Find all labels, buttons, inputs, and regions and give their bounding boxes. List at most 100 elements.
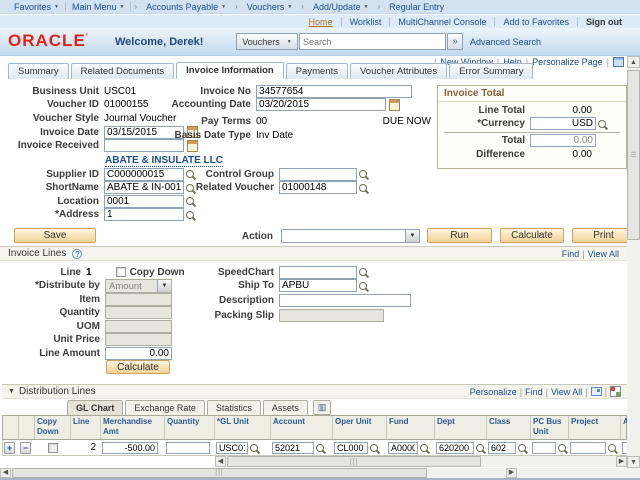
project-input[interactable] [570, 442, 606, 454]
new-window-icon[interactable] [613, 57, 624, 67]
multichannel-console-link[interactable]: MultiChannel Console [390, 17, 494, 27]
gl-unit-prompt-icon[interactable] [250, 444, 258, 452]
related-voucher-input[interactable] [279, 181, 357, 194]
accounting-date-input[interactable] [256, 98, 386, 111]
control-group-prompt-icon[interactable] [359, 170, 367, 178]
location-prompt-icon[interactable] [186, 197, 194, 205]
show-all-columns-icon[interactable]: ▥ [313, 400, 332, 415]
action-select[interactable]: ▼ [281, 229, 420, 243]
quantity-input [105, 306, 172, 319]
tab-error-summary[interactable]: Error Summary [449, 63, 533, 79]
speedchart-input[interactable] [279, 266, 357, 279]
fund-prompt-icon[interactable] [420, 444, 428, 452]
location-input[interactable] [104, 195, 184, 208]
invoice-lines-view-all-link[interactable]: View All [588, 249, 619, 259]
description-input[interactable] [279, 294, 411, 307]
page-h-scrollbar[interactable]: ◀ ||| ▶ [0, 468, 640, 478]
scroll-left-button[interactable]: ◀ [215, 456, 226, 467]
breadcrumb-favorites[interactable]: Favorites▼ [8, 2, 65, 12]
scroll-right-button[interactable]: ▶ [616, 456, 627, 467]
tab-invoice-information[interactable]: Invoice Information [176, 62, 284, 79]
grid-find-link[interactable]: Find [525, 387, 543, 397]
tab-voucher-attributes[interactable]: Voucher Attributes [350, 63, 447, 79]
dept-prompt-icon[interactable] [476, 444, 484, 452]
row-quantity-input[interactable] [166, 442, 210, 454]
add-row-button[interactable]: + [4, 442, 15, 454]
delete-row-button[interactable]: − [20, 442, 31, 454]
grid-h-scrollbar[interactable]: ◀ ||| ▶ [215, 456, 627, 467]
address-input[interactable] [104, 208, 184, 221]
grid-view-all-link[interactable]: View All [551, 387, 582, 397]
advanced-search-link[interactable]: Advanced Search [470, 37, 541, 47]
breadcrumb-accounts-payable[interactable]: Accounts Payable▼ [140, 2, 232, 12]
save-button[interactable]: Save [14, 228, 96, 243]
currency-prompt-icon[interactable] [598, 120, 606, 128]
breadcrumb-vouchers[interactable]: Vouchers▼ [241, 2, 298, 12]
worklist-link[interactable]: Worklist [342, 17, 390, 27]
supplier-name-link[interactable]: ABATE & INSULATE LLC [105, 155, 223, 167]
scroll-down-button[interactable]: ▼ [627, 456, 640, 468]
breadcrumb-add-update[interactable]: Add/Update▼ [307, 2, 375, 12]
row-copy-down-checkbox[interactable] [48, 443, 58, 453]
breadcrumb-main-menu[interactable]: Main Menu▼ [66, 2, 130, 12]
account-input[interactable] [272, 442, 314, 454]
related-voucher-prompt-icon[interactable] [359, 184, 367, 192]
page-v-scrollbar[interactable]: ▲ ☰ ▼ [627, 56, 640, 468]
invoice-no-input[interactable] [256, 85, 412, 98]
total-input[interactable] [530, 134, 596, 147]
calendar-icon[interactable] [389, 99, 400, 111]
run-button[interactable]: Run [427, 228, 492, 243]
address-prompt-icon[interactable] [186, 211, 194, 219]
download-grid-icon[interactable] [610, 386, 621, 397]
ship-to-prompt-icon[interactable] [359, 282, 367, 290]
pc-bus-unit-prompt-icon[interactable] [558, 444, 566, 452]
calculate-button[interactable]: Calculate [500, 228, 564, 243]
personalize-page-link[interactable]: Personalize Page [532, 57, 603, 67]
currency-input[interactable] [530, 117, 596, 130]
tab-gl-chart[interactable]: GL Chart [67, 400, 123, 415]
class-prompt-icon[interactable] [518, 444, 526, 452]
oper-unit-prompt-icon[interactable] [370, 444, 378, 452]
tab-related-documents[interactable]: Related Documents [71, 63, 174, 79]
gl-unit-input[interactable] [216, 442, 248, 454]
add-to-favorites-link[interactable]: Add to Favorites [495, 17, 577, 27]
class-input[interactable] [488, 442, 516, 454]
project-prompt-icon[interactable] [608, 444, 616, 452]
home-link[interactable]: Home [301, 17, 341, 27]
grid-h-scroll-thumb[interactable]: ||| [227, 456, 481, 467]
page-v-scroll-thumb[interactable]: ☰ [627, 70, 640, 240]
search-scope-dropdown[interactable]: Vouchers▼ [236, 33, 298, 50]
breadcrumb-regular-entry[interactable]: Regular Entry [383, 2, 450, 12]
pc-bus-unit-input[interactable] [532, 442, 556, 454]
chevron-down-icon[interactable]: ▼ [405, 230, 419, 242]
search-input[interactable] [299, 33, 446, 50]
search-go-button[interactable]: » [447, 33, 463, 50]
copy-down-checkbox[interactable] [116, 267, 126, 277]
invoice-lines-find-link[interactable]: Find [562, 249, 580, 259]
ship-to-input[interactable] [279, 279, 357, 292]
merchandise-amt-input[interactable] [102, 442, 158, 454]
collapse-triangle-icon[interactable]: ▼ [8, 388, 15, 395]
control-group-input[interactable] [279, 168, 357, 181]
zoom-grid-icon[interactable] [591, 387, 602, 396]
help-icon[interactable]: ? [72, 249, 82, 259]
scroll-left-button[interactable]: ◀ [0, 468, 11, 478]
tab-exchange-rate[interactable]: Exchange Rate [125, 400, 205, 415]
line-amount-input[interactable] [105, 347, 172, 360]
print-button[interactable]: Print [572, 228, 635, 243]
tab-assets[interactable]: Assets [263, 400, 308, 415]
account-prompt-icon[interactable] [316, 444, 324, 452]
oper-unit-input[interactable] [334, 442, 368, 454]
sign-out-link[interactable]: Sign out [578, 17, 630, 27]
fund-input[interactable] [388, 442, 418, 454]
page-h-scroll-thumb[interactable]: ||| [12, 468, 427, 478]
scroll-right-button[interactable]: ▶ [506, 468, 517, 478]
line-calculate-button[interactable]: Calculate [106, 360, 170, 374]
tab-statistics[interactable]: Statistics [207, 400, 261, 415]
dept-input[interactable] [436, 442, 474, 454]
scroll-up-button[interactable]: ▲ [627, 56, 640, 68]
grid-personalize-link[interactable]: Personalize [470, 387, 517, 397]
tab-payments[interactable]: Payments [286, 63, 348, 79]
tab-summary[interactable]: Summary [8, 63, 69, 79]
speedchart-prompt-icon[interactable] [359, 268, 367, 276]
